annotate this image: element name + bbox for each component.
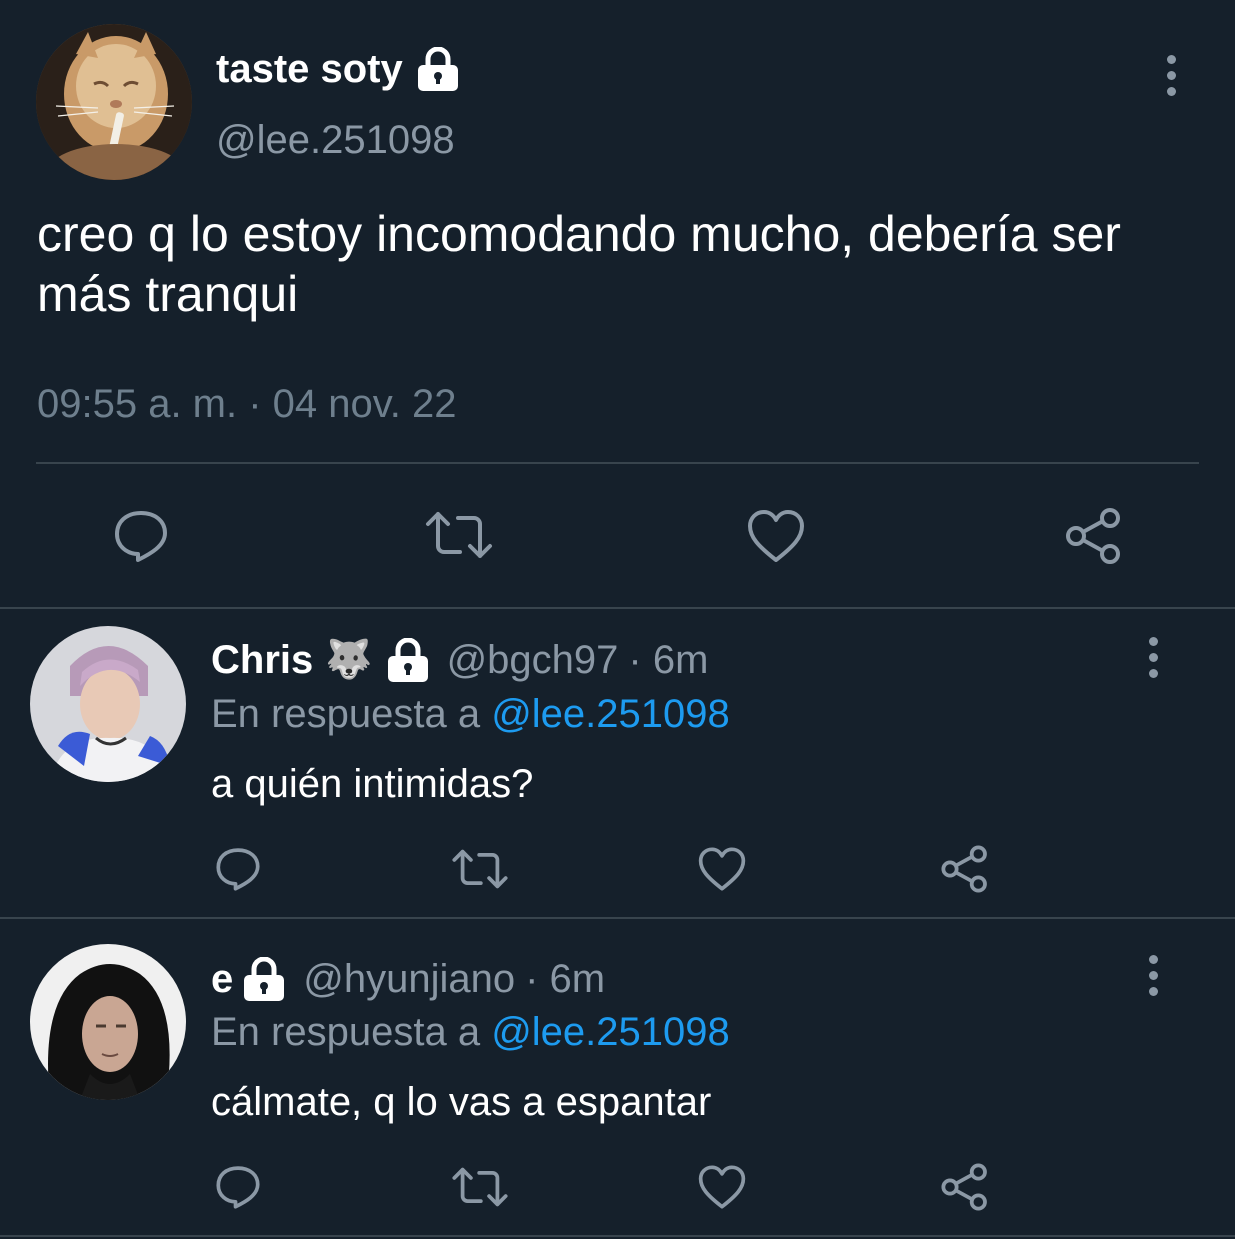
vertical-dots-icon: [1148, 636, 1158, 646]
reply-display-name[interactable]: e: [211, 955, 233, 1003]
share-icon: [941, 845, 987, 893]
reply-to-mention-link[interactable]: @lee.251098: [491, 1010, 730, 1054]
reply-avatar[interactable]: [30, 944, 186, 1100]
main-author-name-row[interactable]: taste soty: [216, 45, 461, 93]
reply-share-button[interactable]: [940, 844, 990, 894]
reply-reply-button[interactable]: [214, 1164, 262, 1210]
reply-to-mention-link[interactable]: @lee.251098: [491, 692, 730, 736]
retweet-icon: [452, 1167, 508, 1207]
reply-button[interactable]: [112, 508, 170, 564]
reply-to-prefix: En respuesta a: [211, 1010, 492, 1054]
divider: [0, 917, 1235, 919]
lock-icon: [385, 638, 431, 682]
reply-to-line: En respuesta a @lee.251098: [211, 690, 730, 738]
reply-time: · 6m: [628, 638, 709, 682]
share-icon: [1066, 508, 1120, 564]
reply-like-button[interactable]: [697, 846, 747, 892]
more-options-button[interactable]: [1151, 50, 1191, 100]
wolf-emoji-icon: 🐺: [325, 639, 373, 681]
dot: [1148, 986, 1158, 996]
reply-avatar[interactable]: [30, 626, 186, 782]
main-avatar[interactable]: [36, 24, 192, 180]
dot: [1166, 70, 1176, 80]
retweet-button[interactable]: [424, 510, 494, 560]
reply-retweet-button[interactable]: [451, 1166, 509, 1208]
dot: [1148, 970, 1158, 980]
main-handle[interactable]: @lee.251098: [216, 116, 455, 164]
reply-like-button[interactable]: [697, 1164, 747, 1210]
cat-avatar-image: [36, 24, 192, 180]
retweet-icon: [426, 512, 492, 558]
heart-icon: [748, 510, 804, 562]
lock-icon: [415, 47, 461, 91]
dot: [1148, 652, 1158, 662]
reply-share-button[interactable]: [940, 1162, 990, 1212]
reply-text: cálmate, q lo vas a espantar: [211, 1080, 712, 1124]
person-avatar-image: [30, 626, 186, 782]
speech-bubble-icon: [216, 1166, 260, 1209]
reply-more-options-button[interactable]: [1133, 632, 1173, 682]
person-avatar-image: [30, 944, 186, 1100]
divider: [0, 607, 1235, 609]
dot: [1148, 668, 1158, 678]
main-timestamp[interactable]: 09:55 a. m. · 04 nov. 22: [37, 380, 457, 428]
divider: [0, 1235, 1235, 1237]
main-display-name[interactable]: taste soty: [216, 45, 403, 93]
share-button[interactable]: [1064, 506, 1124, 566]
reply-author-row[interactable]: e @hyunjiano · 6m: [211, 955, 605, 1003]
reply-author-row[interactable]: Chris 🐺 @bgch97 · 6m: [211, 636, 708, 684]
speech-bubble-icon: [216, 848, 260, 891]
reply-more-options-button[interactable]: [1133, 950, 1173, 1000]
retweet-icon: [452, 849, 508, 889]
dot: [1166, 86, 1176, 96]
divider: [36, 462, 1199, 464]
heart-icon: [698, 847, 746, 891]
reply-text: a quién intimidas?: [211, 762, 534, 806]
reply-reply-button[interactable]: [214, 846, 262, 892]
reply-handle[interactable]: @hyunjiano: [303, 955, 515, 1003]
heart-icon: [698, 1165, 746, 1209]
reply-retweet-button[interactable]: [451, 848, 509, 890]
reply-to-prefix: En respuesta a: [211, 692, 492, 736]
reply-display-name[interactable]: Chris: [211, 636, 313, 684]
vertical-dots-icon: [1148, 954, 1158, 964]
like-button[interactable]: [746, 508, 806, 564]
vertical-dots-icon: [1166, 54, 1176, 64]
lock-icon: [241, 957, 287, 1001]
reply-time: · 6m: [525, 957, 606, 1001]
reply-handle[interactable]: @bgch97: [447, 636, 619, 684]
main-tweet-text: creo q lo estoy incomodando mucho, deber…: [37, 206, 1121, 322]
reply-to-line: En respuesta a @lee.251098: [211, 1008, 730, 1056]
speech-bubble-icon: [115, 511, 167, 562]
share-icon: [941, 1163, 987, 1211]
